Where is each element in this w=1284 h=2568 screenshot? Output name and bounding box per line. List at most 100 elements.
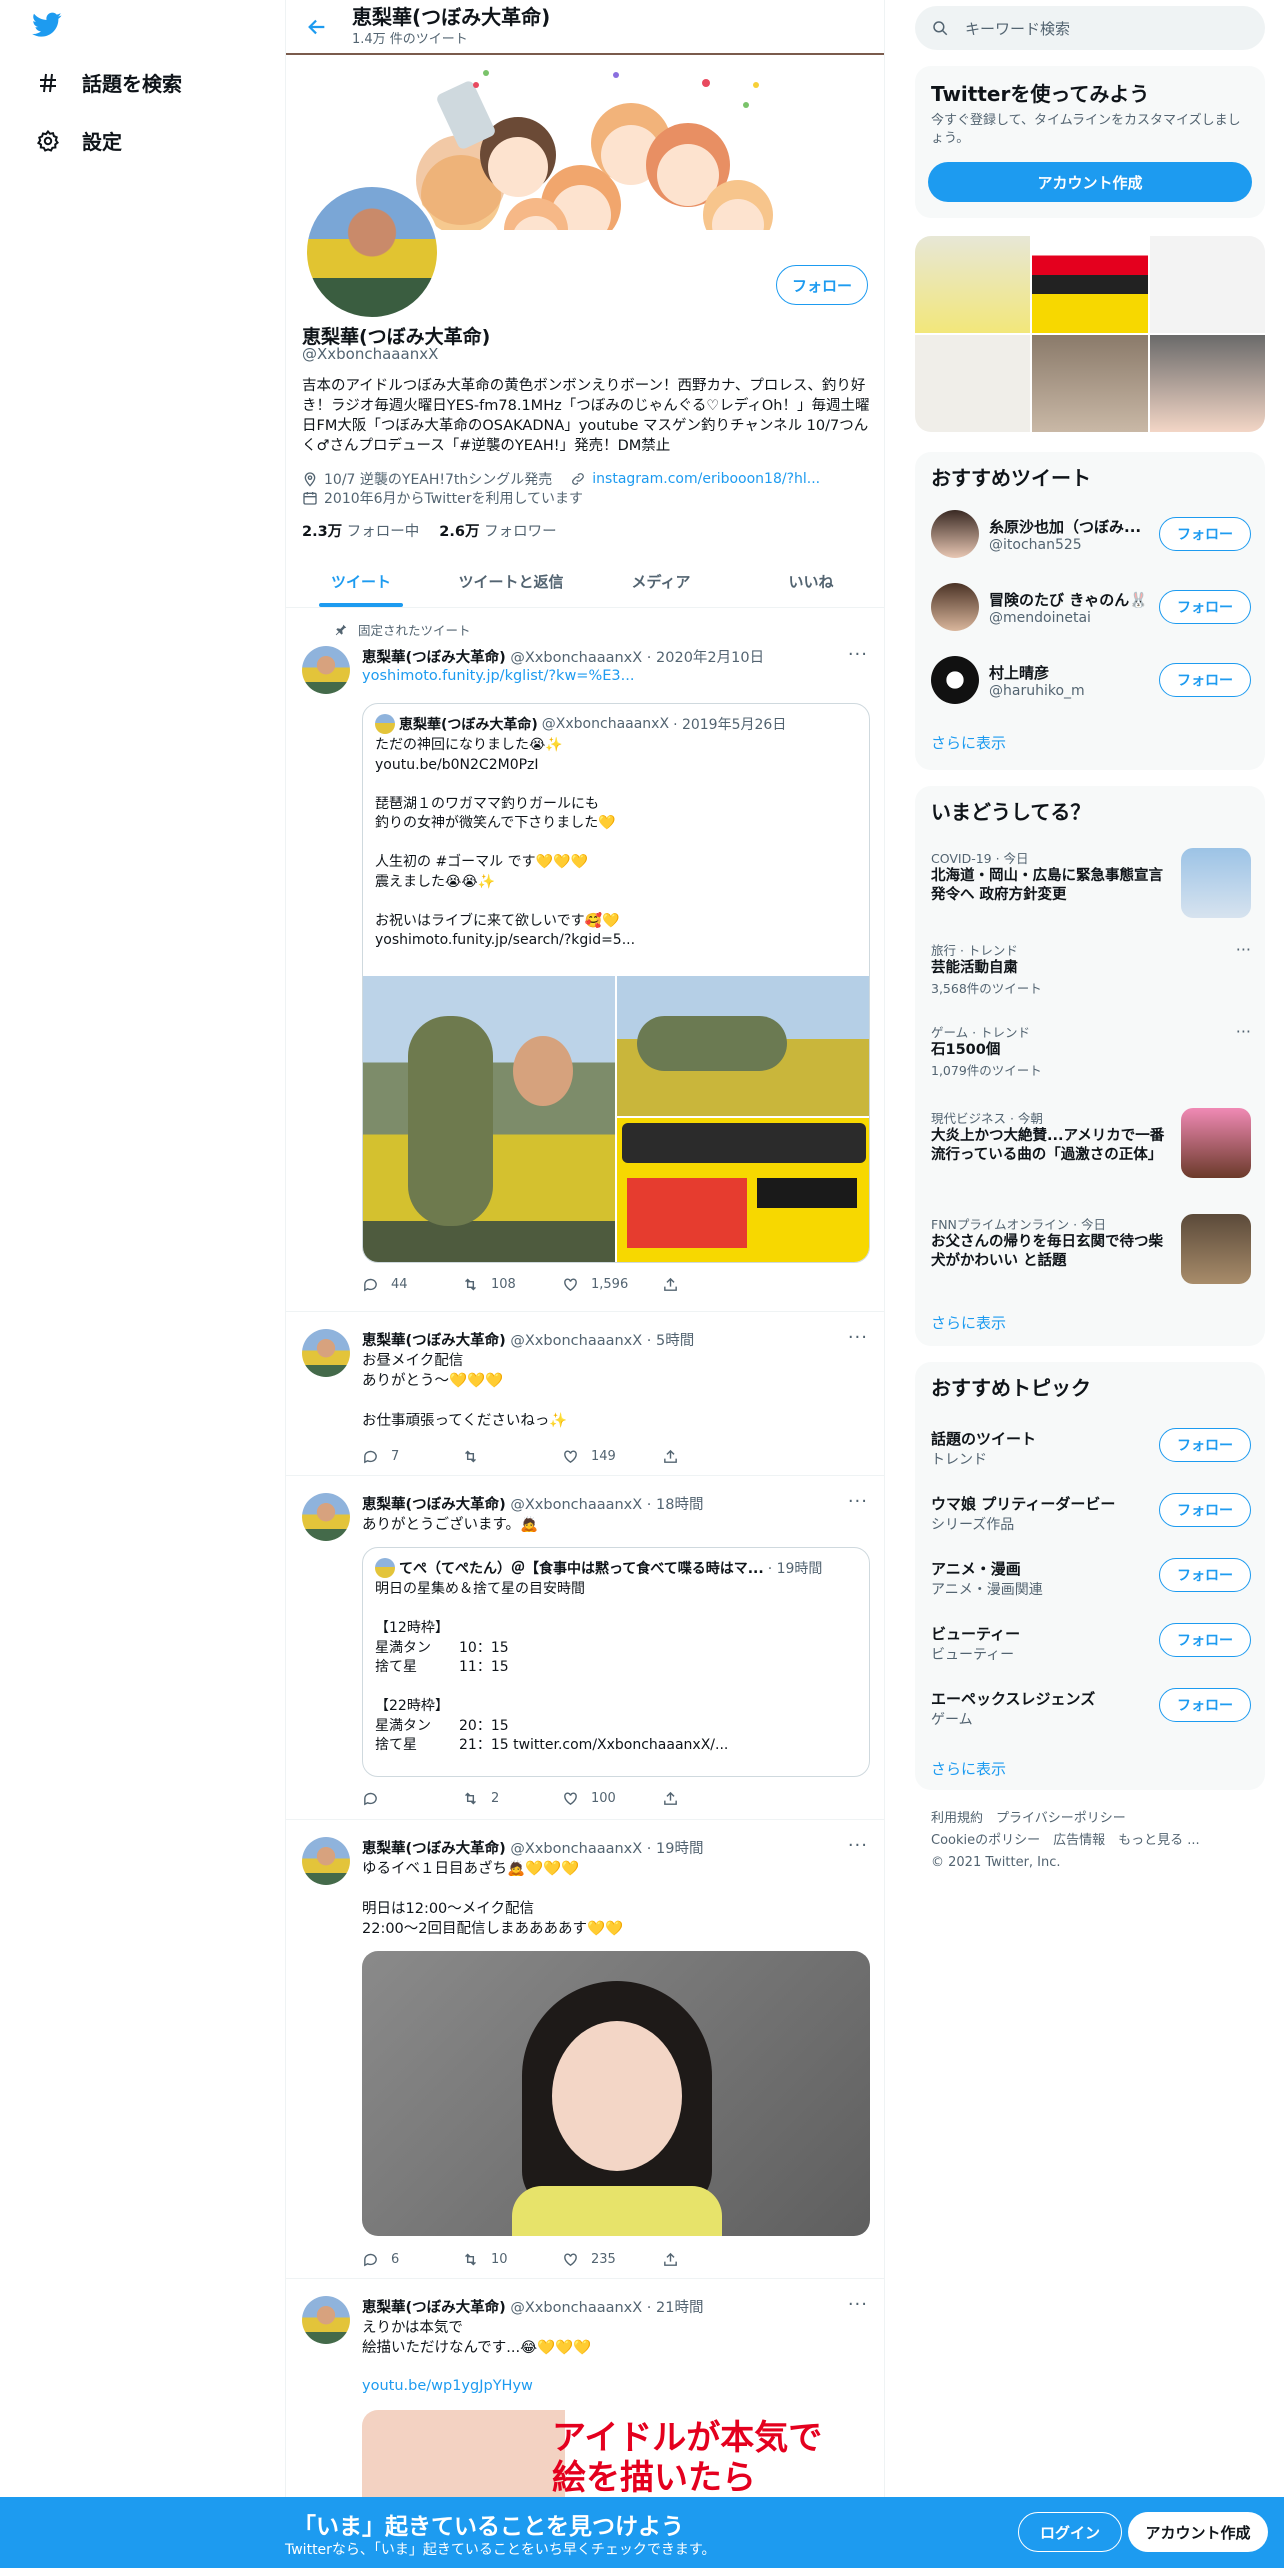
more-options-icon[interactable]: ··· [848,644,868,665]
tweet-photo-flyer[interactable] [617,1118,869,1262]
more-options-icon[interactable]: ··· [848,2294,868,2315]
tab-tweets-replies[interactable]: ツイートと返信 [436,555,586,607]
media-thumb[interactable] [1032,236,1148,333]
retweet-icon [465,1792,476,1805]
tweet-avatar[interactable] [302,2296,350,2344]
tweet-item[interactable]: 恵梨華(つぼみ大革命) @XxbonchaaanxX · 18時間 ··· あり… [286,1477,884,1820]
more-options-icon[interactable]: ··· [848,1835,868,1856]
media-thumb[interactable] [1032,335,1148,432]
follow-button[interactable]: フォロー [1159,517,1251,551]
tweet-photo-selfie[interactable] [362,1951,870,2236]
tweet-link[interactable]: youtu.be/wp1ygJpYHyw [362,2378,533,2394]
bottom-bar-subtitle: Twitterなら、「いま」起きていることをいち早くチェックできます。 [285,2542,716,2558]
heart-icon [564,2253,577,2267]
follow-topic-button[interactable]: フォロー [1159,1493,1251,1527]
tweet-item[interactable]: 恵梨華(つぼみ大革命) @XxbonchaaanxX · 19時間 ··· ゆる… [286,1821,884,2279]
quoted-tweet[interactable]: 恵梨華(つぼみ大革命) @XxbonchaaanxX · 2019年5月26日 … [362,703,870,1263]
media-thumb[interactable] [915,335,1031,432]
left-navigation: 話題を検索 設定 [0,0,285,2568]
trend-item[interactable]: 現代ビジネス · 今朝 大炎上かつ大絶賛...アメリカで一番流行っている曲の「過… [931,1108,1251,1198]
back-arrow-icon[interactable] [306,16,328,38]
profile-website-link[interactable]: instagram.com/eribooon18/?hl... [592,471,820,487]
tweet-avatar[interactable] [302,1837,350,1885]
media-thumb[interactable] [915,236,1031,333]
reply-button[interactable]: 6 [362,2251,462,2268]
retweet-button[interactable]: 108 [462,1276,562,1293]
nav-item-settings[interactable]: 設定 [36,126,122,155]
retweet-button[interactable] [462,1448,562,1465]
quote-avatar [375,714,395,734]
show-more-link[interactable]: さらに表示 [931,1312,1006,1333]
tweet-link[interactable]: yoshimoto.funity.jp/kglist/?kw=%E3... [362,668,634,684]
followers-link[interactable]: 2.6万 フォロワー [439,520,556,541]
tweet-item[interactable]: 恵梨華(つぼみ大革命) @XxbonchaaanxX · 5時間 ··· お昼メ… [286,1313,884,1476]
like-button[interactable]: 1,596 [562,1276,662,1293]
search-placeholder: キーワード検索 [965,19,1071,38]
media-thumb[interactable] [1149,335,1265,432]
tweet-photo-fish-2[interactable] [617,976,869,1116]
reply-button[interactable]: 7 [362,1448,462,1465]
more-options-icon[interactable]: ··· [848,1491,868,1512]
follow-button[interactable]: フォロー [776,265,868,305]
nav-item-explore[interactable]: 話題を検索 [36,68,182,97]
tweet-pinned[interactable]: 固定されたツイート 恵梨華(つぼみ大革命) @XxbonchaaanxX · 2… [286,608,884,1312]
reply-button[interactable] [362,1790,462,1807]
follow-button[interactable]: フォロー [1159,590,1251,624]
like-button[interactable]: 149 [562,1448,662,1465]
tab-likes[interactable]: いいね [736,555,884,607]
more-options-icon[interactable]: ··· [848,1327,868,1348]
link-icon [572,473,585,485]
user-name: 糸原沙也加（つぼみ... [989,517,1142,536]
topics-title: おすすめトピック [931,1376,1091,1400]
follow-topic-button[interactable]: フォロー [1159,1558,1251,1592]
like-button[interactable]: 100 [562,1790,662,1807]
share-button[interactable] [662,1790,762,1807]
follow-button[interactable]: フォロー [1159,663,1251,697]
quoted-tweet[interactable]: てぺ（てぺたん）＠【食事中は黙って食べて喋る時はマ... · 19時間 明日の星… [362,1547,870,1777]
show-more-link[interactable]: さらに表示 [931,732,1006,753]
profile-bio: 吉本のアイドルつぼみ大革命の黄色ボンボンえりボーン！西野カナ、プロレス、釣り好き… [302,378,870,454]
tweet-header: 恵梨華(つぼみ大革命) @XxbonchaaanxX · 18時間 [362,1497,704,1513]
who-to-follow-item[interactable]: 冒険のたび きゃのん🐰 @mendoinetai フォロー [931,577,1251,637]
trend-item[interactable]: FNNプライムオンライン · 今日 お父さんの帰りを毎日玄関で待つ柴犬がかわいい… [931,1214,1251,1294]
tweet-avatar[interactable] [302,646,350,694]
retweet-button[interactable]: 2 [462,1790,562,1807]
signup-button[interactable]: アカウント作成 [1128,2512,1268,2552]
login-button[interactable]: ログイン [1018,2512,1122,2552]
like-button[interactable]: 235 [562,2251,662,2268]
following-link[interactable]: 2.3万 フォロー中 [302,520,419,541]
hashtag-icon [40,73,56,92]
tab-tweets[interactable]: ツイート [286,555,436,607]
trend-item[interactable]: ゲーム · トレンド 石1500個 1,079件のツイート ··· [931,1022,1251,1079]
share-button[interactable] [662,1276,762,1293]
retweet-button[interactable]: 10 [462,2251,562,2268]
share-button[interactable] [662,1448,762,1465]
trend-title: 北海道・岡山・広島に緊急事態宣言発令へ 政府方針変更 [931,868,1163,903]
more-options-icon[interactable]: ··· [1236,940,1251,959]
trend-item[interactable]: COVID-19 · 今日 北海道・岡山・広島に緊急事態宣言発令へ 政府方針変更 [931,848,1251,920]
twitter-bird-icon[interactable] [32,12,62,38]
share-button[interactable] [662,2251,762,2268]
follow-topic-button[interactable]: フォロー [1159,1623,1251,1657]
profile-avatar[interactable] [303,183,441,321]
reply-button[interactable]: 44 [362,1276,462,1293]
who-to-follow-item[interactable]: 村上晴彦 @haruhiko_m フォロー [931,650,1251,710]
trend-item[interactable]: 旅行 · トレンド 芸能活動自粛 3,568件のツイート ··· [931,940,1251,997]
more-options-icon[interactable]: ··· [1236,1022,1251,1041]
show-more-link[interactable]: さらに表示 [931,1758,1006,1779]
footer-line[interactable]: Cookieのポリシー 広告情報 もっと見る ... [931,1830,1251,1852]
create-account-button[interactable]: アカウント作成 [928,162,1252,202]
tab-media[interactable]: メディア [586,555,736,607]
tweet-avatar[interactable] [302,1493,350,1541]
follow-topic-button[interactable]: フォロー [1159,1688,1251,1722]
tweet-avatar[interactable] [302,1329,350,1377]
who-to-follow-item[interactable]: 糸原沙也加（つぼみ... @itochan525 フォロー [931,504,1251,564]
media-grid [915,236,1265,432]
tweet-header: 恵梨華(つぼみ大革命) @XxbonchaaanxX · 21時間 [362,2300,704,2316]
media-thumb[interactable] [1149,236,1265,333]
tweet-photo-fish-1[interactable] [363,976,615,1262]
search-input[interactable]: キーワード検索 [915,6,1265,50]
tweet-header: 恵梨華(つぼみ大革命) @XxbonchaaanxX · 5時間 [362,1333,695,1349]
follow-topic-button[interactable]: フォロー [1159,1428,1251,1462]
footer-line[interactable]: 利用規約 プライバシーポリシー [931,1808,1251,1830]
